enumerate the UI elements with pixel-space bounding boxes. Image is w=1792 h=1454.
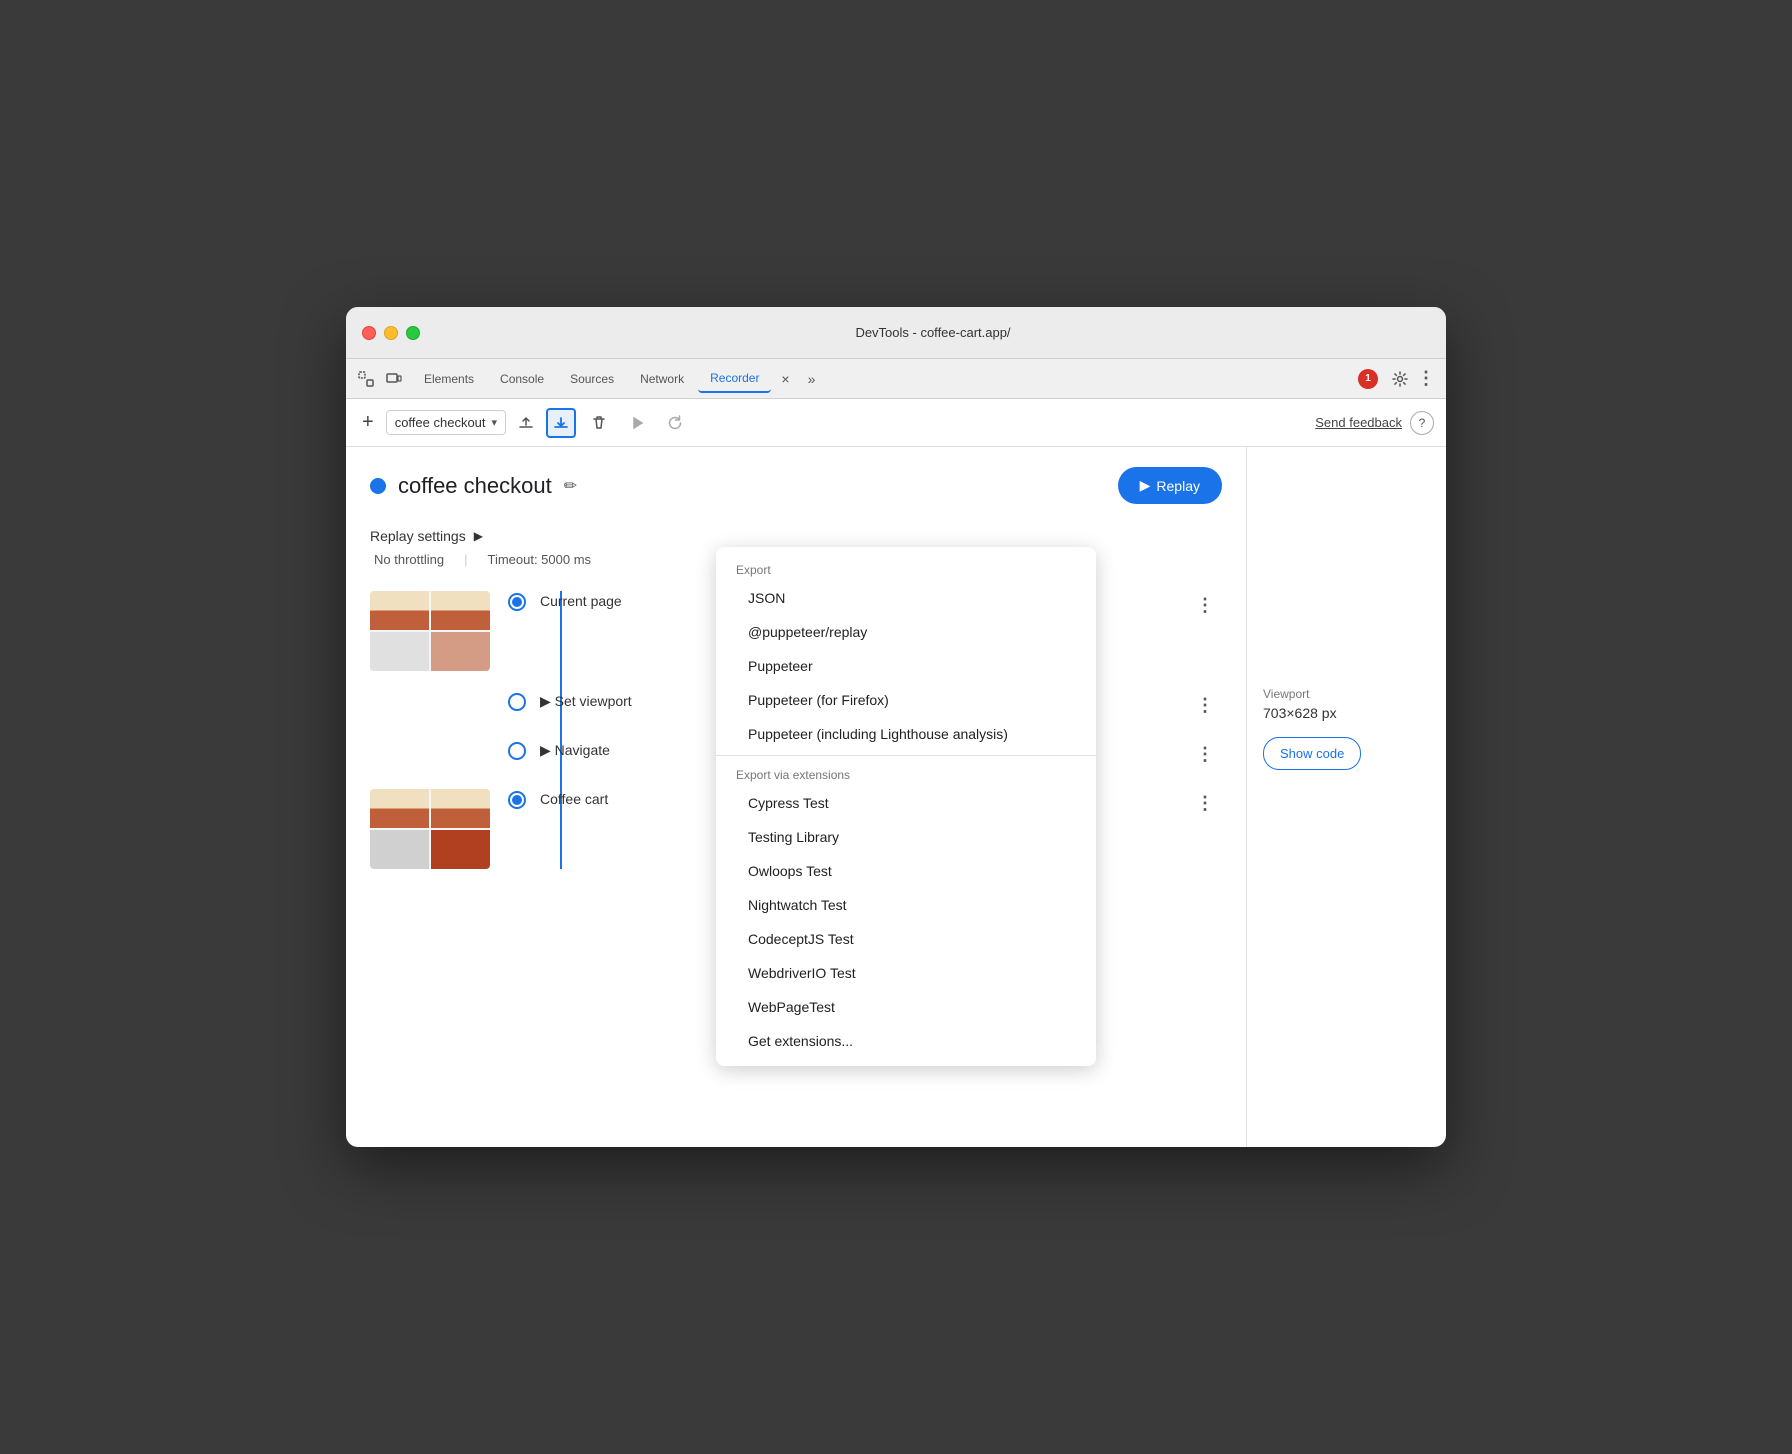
dropdown-item-json[interactable]: JSON — [716, 581, 1096, 615]
tab-network[interactable]: Network — [628, 366, 696, 392]
kebab-menu-icon[interactable]: ⋮ — [1414, 367, 1438, 391]
timeout-label: Timeout: 5000 ms — [483, 552, 595, 567]
step-more-menu[interactable]: ⋮ — [1188, 691, 1222, 720]
export-section-label: Export — [716, 555, 1096, 581]
device-toggle-icon[interactable] — [382, 367, 406, 391]
chevron-down-icon: ▾ — [492, 416, 498, 429]
replay-settings-row[interactable]: Replay settings ▶ — [370, 528, 1222, 544]
dropdown-item-puppeteer-replay[interactable]: @puppeteer/replay — [716, 615, 1096, 649]
dropdown-item-codeceptjs[interactable]: CodeceptJS Test — [716, 922, 1096, 956]
replay-button[interactable]: ▶ Replay — [1118, 467, 1222, 504]
traffic-lights — [362, 326, 420, 340]
step-dot — [510, 695, 524, 709]
play-button[interactable] — [622, 408, 652, 438]
close-button[interactable] — [362, 326, 376, 340]
window-title: DevTools - coffee-cart.app/ — [436, 325, 1430, 340]
recorder-toolbar: + coffee checkout ▾ — [346, 399, 1446, 447]
dropdown-divider — [716, 755, 1096, 756]
viewport-label: Viewport — [1263, 687, 1430, 701]
step-thumbnail — [370, 789, 490, 869]
dropdown-item-webdriverio[interactable]: WebdriverIO Test — [716, 956, 1096, 990]
settings-label: Replay settings — [370, 528, 466, 544]
tab-console[interactable]: Console — [488, 366, 556, 392]
settings-expand-icon: ▶ — [474, 529, 483, 543]
dropdown-item-puppeteer-firefox[interactable]: Puppeteer (for Firefox) — [716, 683, 1096, 717]
devtools-window: DevTools - coffee-cart.app/ Elements Con… — [346, 307, 1446, 1147]
export-up-icon[interactable] — [514, 411, 538, 435]
recording-header: coffee checkout ✏ ▶ Replay — [370, 467, 1222, 504]
step-more-menu[interactable]: ⋮ — [1188, 740, 1222, 769]
recording-name: coffee checkout — [395, 415, 486, 430]
dropdown-item-webpagetest[interactable]: WebPageTest — [716, 990, 1096, 1024]
dropdown-item-owloops[interactable]: Owloops Test — [716, 854, 1096, 888]
maximize-button[interactable] — [406, 326, 420, 340]
right-panel: Viewport 703×628 px Show code — [1246, 447, 1446, 1147]
tab-icons — [354, 367, 406, 391]
step-more-menu[interactable]: ⋮ — [1188, 591, 1222, 620]
dropdown-item-puppeteer-lighthouse[interactable]: Puppeteer (including Lighthouse analysis… — [716, 717, 1096, 751]
download-export-button[interactable] — [546, 408, 576, 438]
step-dot — [510, 595, 524, 609]
step-more-menu[interactable]: ⋮ — [1188, 789, 1222, 818]
throttling-label: No throttling — [370, 552, 448, 567]
settings-icon[interactable] — [1388, 367, 1412, 391]
dropdown-item-puppeteer[interactable]: Puppeteer — [716, 649, 1096, 683]
refresh-button[interactable] — [660, 408, 690, 438]
viewport-value: 703×628 px — [1263, 705, 1430, 721]
tab-recorder[interactable]: Recorder — [698, 365, 771, 393]
more-tabs-icon[interactable]: » — [799, 367, 823, 391]
recording-selector[interactable]: coffee checkout ▾ — [386, 410, 506, 435]
tab-sources[interactable]: Sources — [558, 366, 626, 392]
step-dot — [510, 744, 524, 758]
show-code-button[interactable]: Show code — [1263, 737, 1361, 770]
step-dot — [510, 793, 524, 807]
devtools-tab-bar: Elements Console Sources Network Recorde… — [346, 359, 1446, 399]
recording-indicator — [370, 478, 386, 494]
tab-close-icon[interactable]: × — [773, 367, 797, 391]
help-button[interactable]: ? — [1410, 411, 1434, 435]
export-dropdown: Export JSON @puppeteer/replay Puppeteer … — [716, 547, 1096, 1066]
dropdown-item-get-extensions[interactable]: Get extensions... — [716, 1024, 1096, 1058]
inspector-icon[interactable] — [354, 367, 378, 391]
dropdown-item-testing-library[interactable]: Testing Library — [716, 820, 1096, 854]
export-extensions-label: Export via extensions — [716, 760, 1096, 786]
step-thumbnail — [370, 591, 490, 671]
dropdown-item-nightwatch[interactable]: Nightwatch Test — [716, 888, 1096, 922]
minimize-button[interactable] — [384, 326, 398, 340]
main-content: coffee checkout ✏ ▶ Replay Replay settin… — [346, 447, 1446, 1147]
send-feedback-link[interactable]: Send feedback — [1315, 415, 1402, 430]
add-recording-button[interactable]: + — [358, 407, 378, 438]
replay-play-icon: ▶ — [1140, 477, 1151, 494]
tab-elements[interactable]: Elements — [412, 366, 486, 392]
edit-title-icon[interactable]: ✏ — [564, 476, 577, 496]
dropdown-item-cypress[interactable]: Cypress Test — [716, 786, 1096, 820]
recording-title: coffee checkout — [398, 473, 552, 499]
title-bar: DevTools - coffee-cart.app/ — [346, 307, 1446, 359]
delete-button[interactable] — [584, 408, 614, 438]
error-badge: 1 — [1358, 369, 1378, 389]
